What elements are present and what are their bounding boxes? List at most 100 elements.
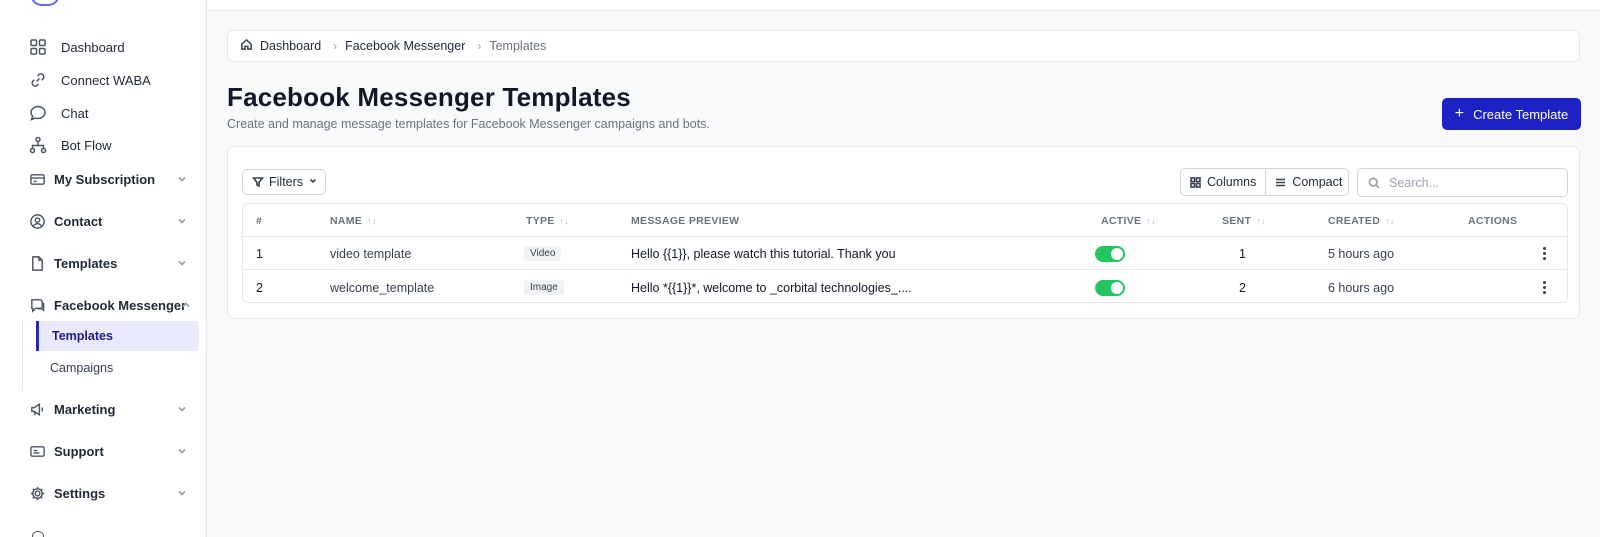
sort-icon: ↑↓ xyxy=(1256,215,1266,226)
column-header-number: # xyxy=(256,204,262,237)
home-icon[interactable] xyxy=(240,38,260,54)
sidebar-subitem-campaigns[interactable]: Campaigns xyxy=(36,353,199,383)
type-badge: Image xyxy=(524,280,564,295)
document-icon xyxy=(28,254,46,272)
filters-label: Filters xyxy=(269,175,304,189)
sidebar-group-label: Contact xyxy=(54,213,103,229)
table-row[interactable]: 2 welcome_template Image Hello *{{1}}*, … xyxy=(243,271,1567,302)
header-label: SENT xyxy=(1222,214,1252,227)
flow-icon xyxy=(28,135,48,155)
sidebar-subitem-templates[interactable]: Templates xyxy=(36,321,199,351)
page-title: Facebook Messenger Templates xyxy=(227,82,631,112)
logo xyxy=(30,0,60,6)
header-label: NAME xyxy=(330,214,363,227)
chevron-down-icon xyxy=(303,175,318,189)
sidebar-item-label: Connect WABA xyxy=(61,72,151,88)
create-template-label: Create Template xyxy=(1473,106,1569,122)
grid-icon xyxy=(28,37,48,57)
columns-button[interactable]: Columns xyxy=(1181,169,1265,195)
column-header-name[interactable]: NAME ↑↓ xyxy=(330,204,377,237)
sidebar-group-label: Settings xyxy=(54,485,106,501)
search-icon xyxy=(1368,177,1380,189)
sidebar-group-marketing[interactable]: Marketing xyxy=(28,397,188,421)
sidebar: Dashboard Connect WABA Chat Bot Flow My … xyxy=(0,0,207,537)
chat-bubble-icon xyxy=(28,103,48,123)
cell-actions xyxy=(1539,271,1550,302)
breadcrumb-dashboard[interactable]: Dashboard xyxy=(260,39,321,53)
cell-active xyxy=(1095,237,1125,270)
user-circle-icon xyxy=(28,212,46,230)
cell-preview: Hello {{1}}, please watch this tutorial.… xyxy=(631,246,896,261)
submenu-line xyxy=(22,320,23,391)
link-icon xyxy=(28,70,48,90)
create-template-button[interactable]: + Create Template xyxy=(1442,98,1581,130)
sort-icon: ↑↓ xyxy=(1146,215,1156,226)
header-label: ACTIVE xyxy=(1101,214,1142,227)
sidebar-group-settings[interactable]: Settings xyxy=(28,481,188,505)
sidebar-item-connect-waba[interactable]: Connect WABA xyxy=(28,68,151,92)
gear-icon xyxy=(28,484,46,502)
search-box xyxy=(1357,168,1568,197)
chevron-down-icon xyxy=(176,215,188,227)
list-icon xyxy=(1276,178,1286,186)
sidebar-group-templates[interactable]: Templates xyxy=(28,251,188,275)
breadcrumb: Dashboard › Facebook Messenger › Templat… xyxy=(227,30,1580,62)
cell-created: 5 hours ago xyxy=(1328,246,1395,261)
cell-sent: 2 xyxy=(1239,280,1246,295)
view-toggle-group: Columns Compact xyxy=(1180,168,1349,196)
sidebar-item-label: Dashboard xyxy=(61,39,125,55)
chevron-right-icon: › xyxy=(477,39,482,53)
active-toggle[interactable] xyxy=(1095,279,1125,296)
header-label: TYPE xyxy=(526,214,555,227)
sidebar-group-my-subscription[interactable]: My Subscription xyxy=(28,167,188,191)
column-header-active[interactable]: ACTIVE ↑↓ xyxy=(1101,204,1156,237)
cell-active xyxy=(1095,271,1125,302)
sidebar-subitem-label: Campaigns xyxy=(50,361,114,375)
sidebar-item-chat[interactable]: Chat xyxy=(28,101,88,125)
sidebar-group-label: Support xyxy=(54,443,104,459)
sidebar-group-label: Templates xyxy=(54,255,118,271)
sort-icon: ↑↓ xyxy=(1385,215,1395,226)
compact-button[interactable]: Compact xyxy=(1265,169,1351,195)
cell-name: video template xyxy=(330,246,412,261)
chevron-down-icon xyxy=(176,257,188,269)
sidebar-group-facebook-messenger[interactable]: Facebook Messenger xyxy=(28,293,190,317)
toggle-knob xyxy=(1111,247,1123,260)
type-badge: Video xyxy=(524,246,562,261)
sidebar-group-contact[interactable]: Contact xyxy=(28,209,188,233)
column-header-sent[interactable]: SENT ↑↓ xyxy=(1222,204,1266,237)
header-label: # xyxy=(256,214,263,227)
cell-created: 6 hours ago xyxy=(1328,280,1395,295)
header-label: CREATED xyxy=(1328,214,1381,227)
more-vertical-icon[interactable] xyxy=(1539,245,1550,262)
sidebar-group-support[interactable]: Support xyxy=(28,439,188,463)
search-input[interactable] xyxy=(1389,175,1559,190)
messenger-icon xyxy=(28,296,46,314)
sidebar-subitem-label: Templates xyxy=(52,329,113,343)
table-header: # NAME ↑↓ TYPE ↑↓ MESSAGE PREVIEW ACTIVE ↑↓… xyxy=(243,204,1567,237)
sidebar-group-label: My Subscription xyxy=(54,171,156,187)
cell-number: 1 xyxy=(256,246,263,261)
cell-name: welcome_template xyxy=(330,280,435,295)
toggle-knob xyxy=(1111,281,1123,294)
column-header-type[interactable]: TYPE ↑↓ xyxy=(526,204,569,237)
cell-preview: Hello *{{1}}*, welcome to _corbital tech… xyxy=(631,280,912,295)
sidebar-group-label: Marketing xyxy=(54,401,116,417)
sidebar-item-dashboard[interactable]: Dashboard xyxy=(28,35,125,59)
cell-sent: 1 xyxy=(1239,246,1246,261)
table-row[interactable]: 1 video template Video Hello {{1}}, plea… xyxy=(243,237,1567,270)
compact-label: Compact xyxy=(1292,175,1343,189)
active-toggle[interactable] xyxy=(1095,245,1125,262)
chevron-down-icon xyxy=(176,173,188,185)
column-header-created[interactable]: CREATED ↑↓ xyxy=(1328,204,1395,237)
chevron-down-icon xyxy=(176,487,188,499)
page-subtitle: Create and manage message templates for … xyxy=(227,117,710,131)
filter-icon xyxy=(252,177,264,188)
plus-icon: + xyxy=(1454,105,1465,122)
cell-actions xyxy=(1539,237,1550,270)
filters-button[interactable]: Filters xyxy=(242,169,326,195)
sidebar-item-bot-flow[interactable]: Bot Flow xyxy=(28,133,112,157)
sort-icon: ↑↓ xyxy=(367,215,377,226)
more-vertical-icon[interactable] xyxy=(1539,279,1550,296)
breadcrumb-facebook-messenger[interactable]: Facebook Messenger xyxy=(345,39,465,53)
